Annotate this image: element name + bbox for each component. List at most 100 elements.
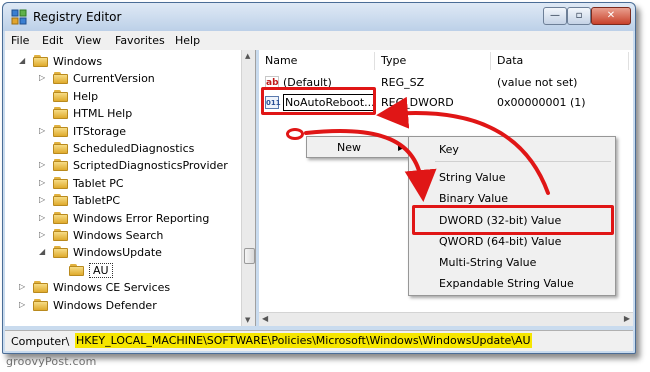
tree-node-label: Windows Search — [73, 229, 164, 242]
folder-icon — [53, 176, 68, 189]
value-type: REG_DWORD — [381, 96, 454, 109]
value-type: REG_SZ — [381, 76, 425, 89]
expand-arrow-icon[interactable]: ▷ — [39, 230, 47, 240]
tree-node-label: Help — [73, 89, 99, 103]
tree-node[interactable]: ◢ WindowsUpdate — [5, 244, 241, 261]
registry-app-icon — [11, 9, 27, 25]
tree-node-label: Tablet PC — [73, 176, 124, 190]
folder-icon — [33, 55, 48, 67]
tree-node-label: CurrentVersion — [73, 72, 155, 86]
registry-tree[interactable]: ◢ Windows ▷ CurrentVersion Help HTML Help ▷ ITS… — [5, 50, 256, 326]
tree-node-label: Windows Defender — [53, 298, 157, 312]
expand-arrow-icon[interactable]: ▷ — [19, 300, 27, 310]
tree-node[interactable]: ◢ Windows — [5, 53, 241, 70]
scroll-left-icon[interactable]: ◀ — [262, 314, 268, 323]
tree-node[interactable]: ▷ TabletPC — [5, 192, 241, 209]
watermark: groovyPost.com — [6, 355, 97, 368]
tree-node[interactable]: ▷ Windows Search — [5, 227, 241, 244]
submenu-multi-string-value[interactable]: Multi-String Value — [439, 256, 536, 269]
tree-node[interactable]: HTML Help — [5, 105, 241, 122]
tree-vertical-scrollbar[interactable]: ▲ ▼ — [241, 50, 255, 326]
scroll-right-icon[interactable]: ▶ — [624, 314, 630, 323]
folder-icon — [69, 263, 84, 276]
tree-node-label: Windows Error Reporting — [73, 211, 210, 225]
tree-node[interactable]: ▷ Windows CE Services — [5, 279, 241, 296]
menu-edit[interactable]: Edit — [42, 34, 63, 47]
column-header-data[interactable]: Data — [491, 52, 629, 70]
submenu-string-value[interactable]: String Value — [439, 171, 506, 184]
window-title: Registry Editor — [33, 10, 122, 24]
value-data: (value not set) — [497, 76, 578, 89]
submenu-key[interactable]: Key — [439, 143, 459, 156]
tree-node-label: ScriptedDiagnosticsProvider — [73, 159, 228, 173]
expand-arrow-icon[interactable]: ▷ — [39, 160, 47, 170]
tree-node[interactable]: ScheduledDiagnostics — [5, 140, 241, 157]
folder-icon — [53, 124, 68, 137]
tree-node-label: AU — [89, 262, 113, 278]
submenu-binary-value[interactable]: Binary Value — [439, 192, 508, 205]
tree-node[interactable]: Help — [5, 88, 241, 105]
tree-node[interactable]: ▷ ScriptedDiagnosticsProvider — [5, 157, 241, 174]
status-prefix: Computer\ — [11, 335, 70, 348]
context-menu: New ▶ — [306, 136, 410, 158]
tree-node-label: ScheduledDiagnostics — [73, 142, 195, 155]
folder-icon — [53, 229, 68, 241]
tree-node[interactable]: ▷ CurrentVersion — [5, 70, 241, 87]
status-path: HKEY_LOCAL_MACHINE\SOFTWARE\Policies\Mic… — [75, 333, 532, 348]
expand-arrow-icon[interactable]: ▷ — [19, 282, 27, 292]
collapse-arrow-icon[interactable]: ◢ — [39, 247, 47, 257]
collapse-arrow-icon[interactable]: ◢ — [19, 56, 27, 66]
tree-node-label: ITStorage — [73, 124, 127, 138]
maximize-button[interactable]: ▫ — [567, 7, 591, 25]
expand-arrow-icon[interactable]: ▷ — [39, 195, 47, 205]
scroll-thumb[interactable] — [244, 248, 255, 264]
tree-node[interactable]: ▷ ITStorage — [5, 123, 241, 140]
folder-icon — [33, 281, 48, 294]
annotation-box-dword — [412, 205, 614, 235]
folder-icon — [53, 89, 68, 102]
minimize-button[interactable]: — — [543, 7, 567, 25]
folder-icon — [53, 72, 68, 85]
folder-icon — [33, 298, 48, 311]
folder-icon — [53, 107, 68, 120]
expand-arrow-icon[interactable]: ▷ — [39, 213, 47, 223]
value-data: 0x00000001 (1) — [497, 96, 586, 109]
folder-icon — [53, 246, 68, 259]
annotation-box-value-name — [261, 87, 376, 115]
annotation-circle-click-point — [286, 128, 304, 140]
expand-arrow-icon[interactable]: ▷ — [39, 73, 47, 83]
scroll-down-icon[interactable]: ▼ — [245, 316, 250, 324]
context-menu-new[interactable]: New — [337, 141, 361, 154]
horizontal-scrollbar[interactable]: ◀ ▶ — [259, 312, 633, 326]
folder-icon — [53, 211, 68, 224]
column-header-name[interactable]: Name — [259, 52, 375, 70]
submenu-expandable-string-value[interactable]: Expandable String Value — [439, 277, 574, 290]
folder-icon — [53, 194, 68, 207]
menu-favorites[interactable]: Favorites — [115, 34, 165, 47]
tree-node[interactable]: AU — [5, 262, 241, 279]
submenu-qword-value[interactable]: QWORD (64-bit) Value — [439, 235, 561, 248]
menu-help[interactable]: Help — [175, 34, 200, 47]
submenu-separator — [435, 161, 611, 162]
column-header-type[interactable]: Type — [375, 52, 491, 70]
tree-node-label: HTML Help — [73, 107, 133, 121]
expand-arrow-icon[interactable]: ▷ — [39, 126, 47, 136]
menu-file[interactable]: File — [11, 34, 29, 47]
tree-node-label: Windows — [53, 55, 103, 68]
title-bar[interactable]: Registry Editor — ▫ ✕ — [3, 3, 635, 31]
scroll-up-icon[interactable]: ▲ — [245, 52, 250, 60]
tree-node-label: WindowsUpdate — [73, 246, 162, 260]
folder-icon — [53, 142, 68, 154]
tree-node-label: TabletPC — [73, 194, 121, 208]
expand-arrow-icon[interactable]: ▷ — [39, 178, 47, 188]
submenu-arrow-icon: ▶ — [398, 143, 405, 152]
tree-node[interactable]: ▷ Windows Error Reporting — [5, 210, 241, 227]
tree-node[interactable]: ▷ Windows Defender — [5, 297, 241, 314]
menu-bar: File Edit View Favorites Help — [5, 31, 633, 50]
tree-node[interactable]: ▷ Tablet PC — [5, 175, 241, 192]
close-button[interactable]: ✕ — [591, 7, 631, 25]
folder-icon — [53, 159, 68, 172]
status-bar: Computer\ HKEY_LOCAL_MACHINE\SOFTWARE\Po… — [5, 330, 633, 351]
menu-view[interactable]: View — [75, 34, 101, 47]
tree-node-label: Windows CE Services — [53, 281, 171, 295]
